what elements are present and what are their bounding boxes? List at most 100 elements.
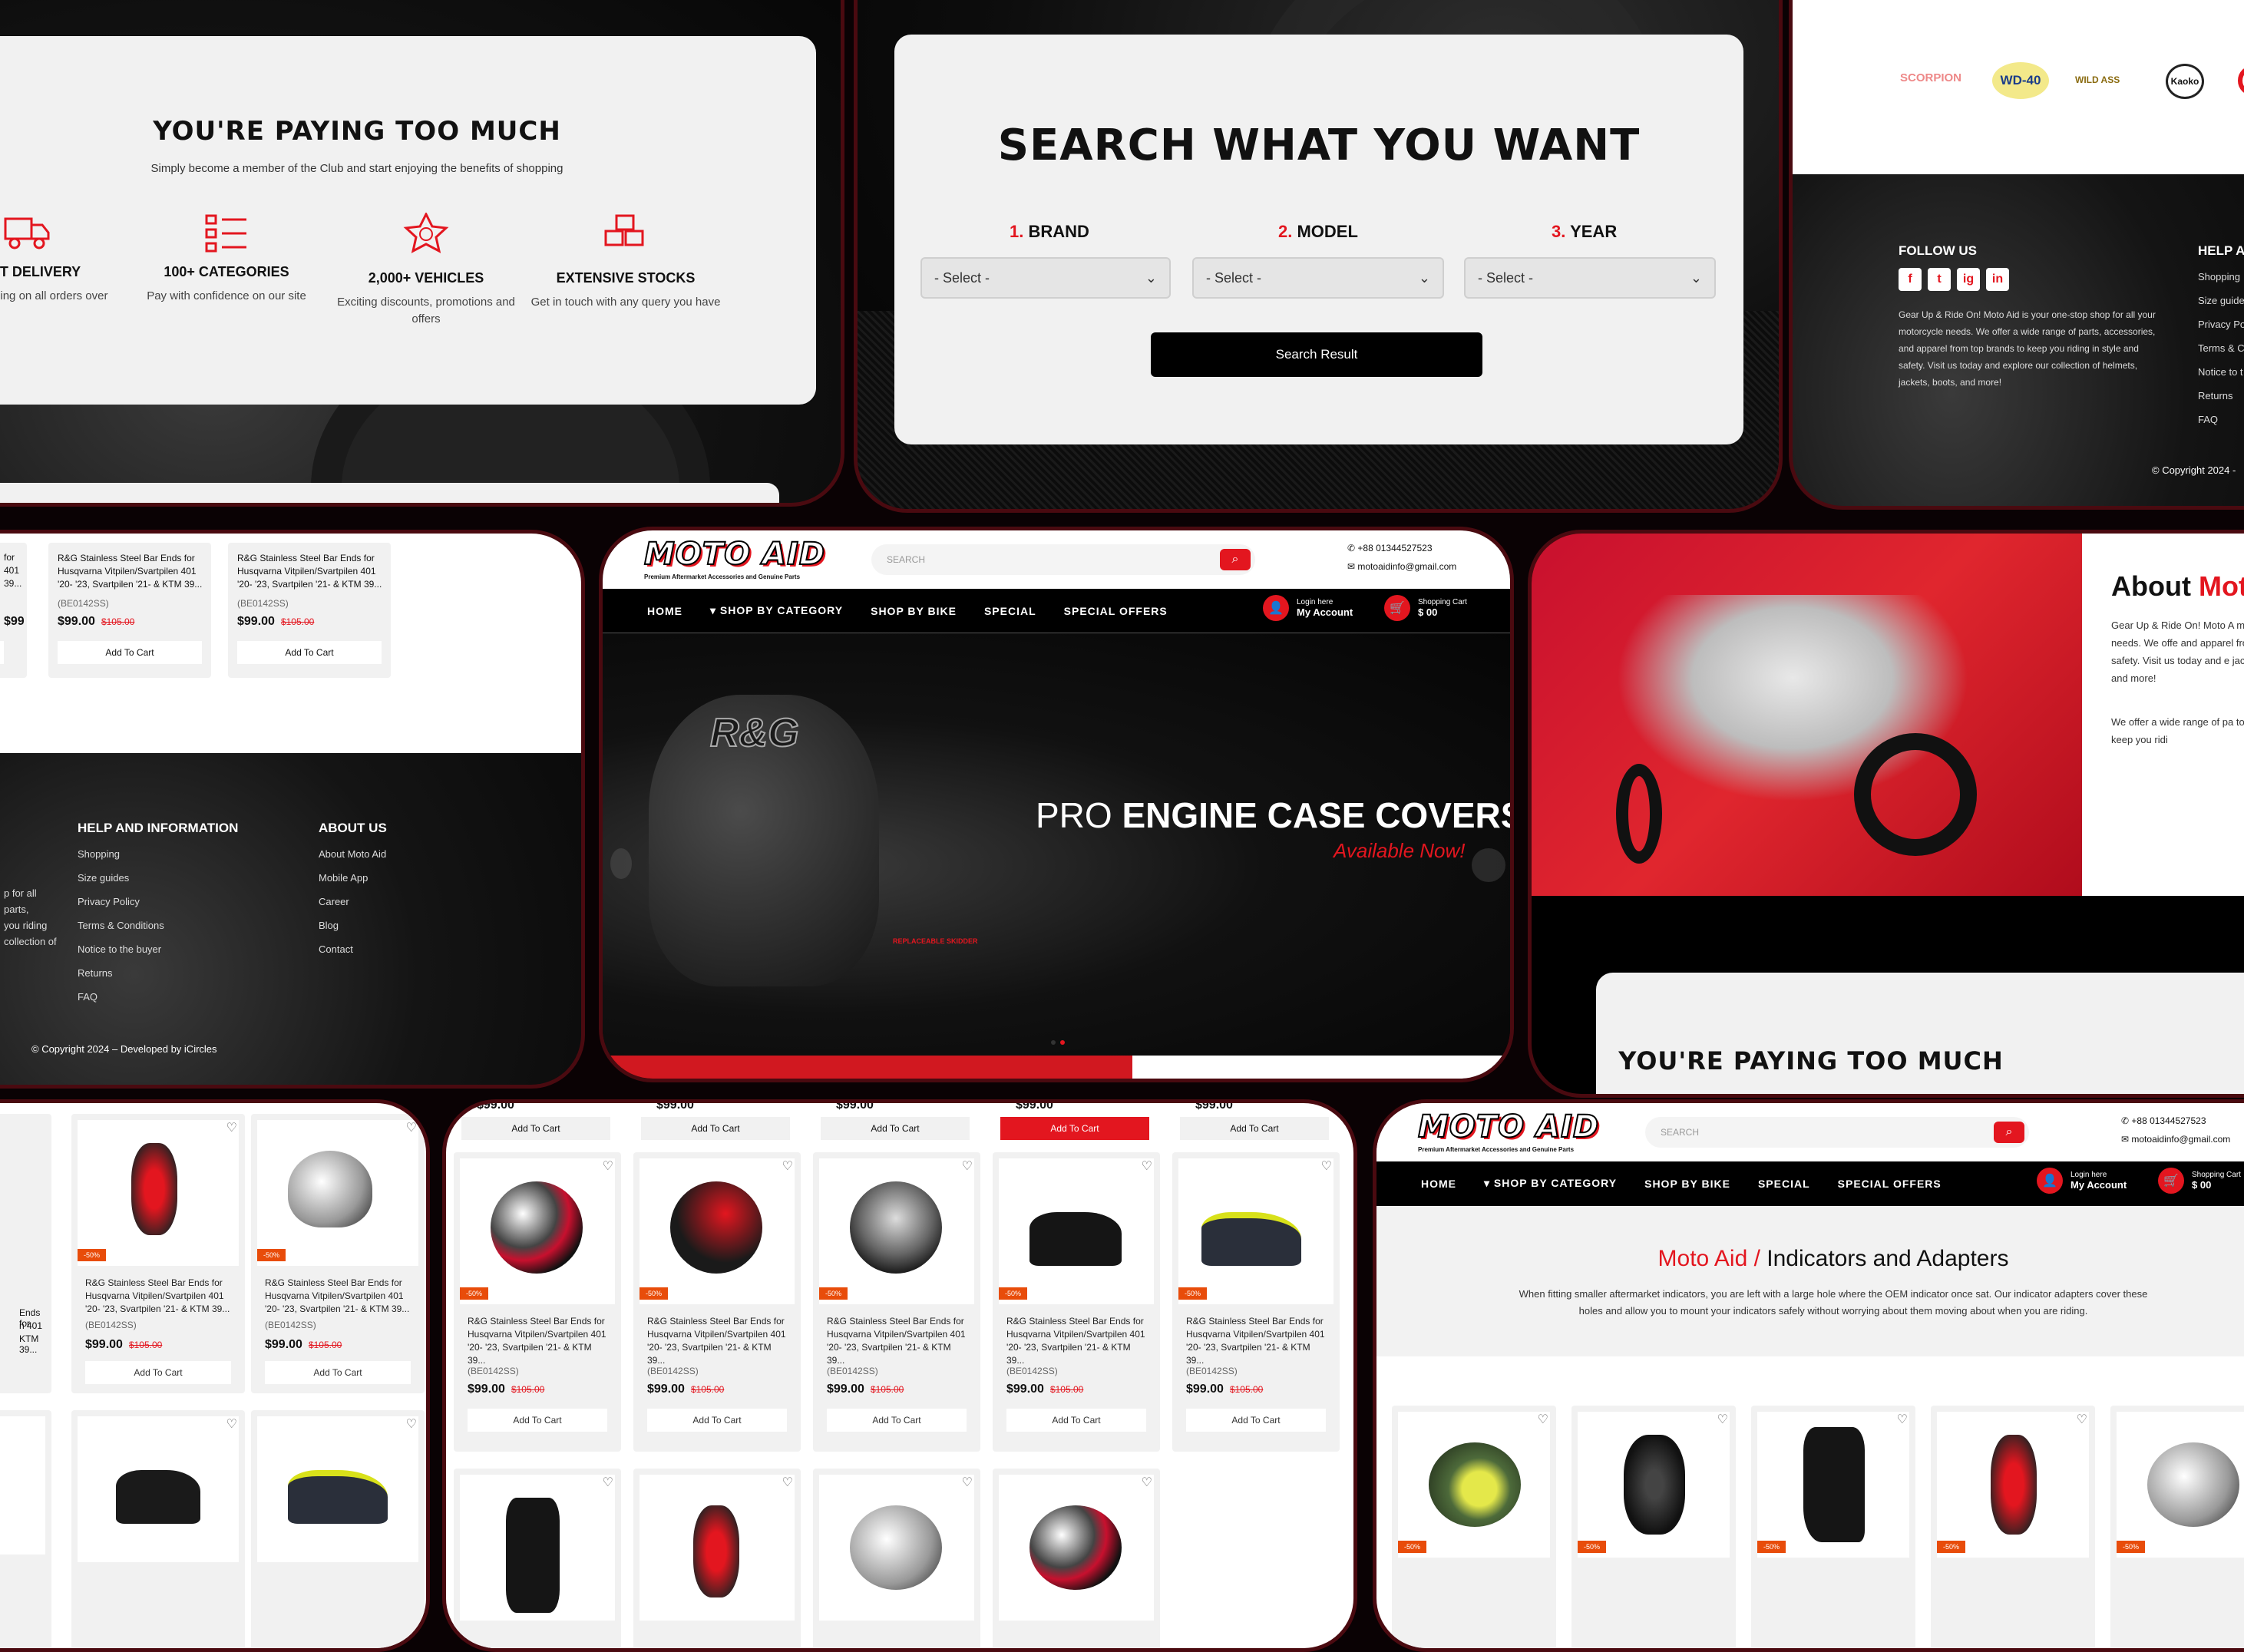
footer-link[interactable]: Mobile App [319, 866, 386, 890]
footer-link[interactable]: Size guide [2198, 289, 2244, 312]
product-card[interactable]: R&G Stainless Steel Bar Ends for Husqvar… [228, 543, 391, 678]
product-card[interactable]: -50% ♡ R&G Stainless Steel Bar Ends for … [993, 1152, 1160, 1452]
heart-icon[interactable]: ♡ [782, 1475, 793, 1490]
search-input[interactable]: SEARCH ⌕ [1645, 1117, 2029, 1148]
heart-icon[interactable]: ♡ [1538, 1412, 1548, 1427]
product-card[interactable]: ♡ [251, 1410, 425, 1648]
search-icon[interactable]: ⌕ [1220, 549, 1251, 570]
site-logo[interactable]: MOTO AID [1417, 1108, 1599, 1145]
product-card[interactable]: ♡ [813, 1469, 980, 1648]
heart-icon[interactable]: ♡ [226, 1120, 237, 1135]
product-card[interactable]: -50%♡ [1751, 1406, 1915, 1648]
heart-icon[interactable]: ♡ [2077, 1412, 2087, 1427]
add-to-cart-button[interactable]: Add To Cart [237, 641, 382, 664]
add-to-cart-button[interactable]: Add To Cart [58, 641, 202, 664]
nav-shop-by-bike[interactable]: SHOP BY BIKE [871, 605, 957, 617]
search-input[interactable]: SEARCH ⌕ [871, 544, 1255, 575]
add-to-cart-button[interactable]: Add To Cart [85, 1361, 231, 1384]
footer-link[interactable]: Returns [2198, 384, 2244, 408]
footer-link[interactable]: Size guides [78, 866, 164, 890]
product-card[interactable]: ♡ [71, 1410, 245, 1648]
heart-icon[interactable]: ♡ [782, 1158, 793, 1174]
footer-link[interactable]: Notice to t [2198, 360, 2244, 384]
heart-icon[interactable]: ♡ [603, 1158, 613, 1174]
linkedin-icon[interactable]: in [1986, 268, 2009, 291]
add-to-cart-button[interactable]: Add To Cart [821, 1117, 970, 1140]
nav-special-offers[interactable]: SPECIAL OFFERS [1838, 1178, 1942, 1190]
footer-link[interactable]: Shopping [2198, 265, 2244, 289]
slider-dots[interactable] [1051, 1040, 1065, 1045]
product-card[interactable]: -50% ♡ R&G Stainless Steel Bar Ends for … [633, 1152, 801, 1452]
slider-next[interactable] [1472, 848, 1505, 882]
heart-icon[interactable]: ♡ [962, 1475, 973, 1490]
product-card[interactable]: -50% ♡ R&G Stainless Steel Bar Ends for … [251, 1114, 425, 1393]
brand-select[interactable]: - Select - ⌄ [920, 257, 1171, 299]
heart-icon[interactable]: ♡ [603, 1475, 613, 1490]
nav-shop-by-category[interactable]: ▾ SHOP BY CATEGORY [710, 604, 843, 617]
add-to-cart-button[interactable] [0, 641, 4, 664]
add-to-cart-button[interactable]: Add To Cart [1180, 1117, 1329, 1140]
footer-link[interactable]: Returns [78, 961, 164, 985]
product-card[interactable]: -50%♡ [1392, 1406, 1556, 1648]
product-card[interactable]: -50% ♡ R&G Stainless Steel Bar Ends for … [71, 1114, 245, 1393]
heart-icon[interactable]: ♡ [1142, 1158, 1152, 1174]
product-card[interactable] [0, 1410, 51, 1648]
footer-link[interactable]: Blog [319, 914, 386, 937]
footer-link[interactable]: Privacy Po [2198, 312, 2244, 336]
footer-link[interactable]: About Moto Aid [319, 842, 386, 866]
product-card[interactable]: for 401 39... $99.00 [0, 543, 27, 678]
product-card[interactable]: -50%♡ [2110, 1406, 2244, 1648]
nav-special-offers[interactable]: SPECIAL OFFERS [1064, 605, 1168, 617]
heart-icon[interactable]: ♡ [1321, 1158, 1332, 1174]
heart-icon[interactable]: ♡ [1897, 1412, 1908, 1427]
add-to-cart-button[interactable]: Add To Cart [647, 1409, 787, 1432]
dot-active[interactable] [1060, 1040, 1065, 1045]
nav-shop-by-bike[interactable]: SHOP BY BIKE [1644, 1178, 1730, 1190]
footer-link[interactable]: Career [319, 890, 386, 914]
product-card[interactable]: -50%♡ [1571, 1406, 1736, 1648]
add-to-cart-button[interactable]: Add To Cart [1186, 1409, 1326, 1432]
cart-link[interactable]: 🛒 Shopping Cart $ 00 [2158, 1168, 2241, 1194]
dot[interactable] [1051, 1040, 1056, 1045]
nav-home[interactable]: HOME [647, 605, 682, 617]
footer-link[interactable]: Shopping [78, 842, 164, 866]
product-card[interactable]: R&G Stainless Steel Bar Ends for Husqvar… [48, 543, 211, 678]
account-link[interactable]: 👤 Login here My Account [2037, 1168, 2127, 1194]
footer-link[interactable]: FAQ [78, 985, 164, 1009]
nav-home[interactable]: HOME [1421, 1178, 1456, 1190]
footer-link[interactable]: Terms & Conditions [78, 914, 164, 937]
product-card[interactable]: ♡ [633, 1469, 801, 1648]
add-to-cart-button[interactable]: Add To Cart [468, 1409, 607, 1432]
add-to-cart-button[interactable]: Add To Cart [461, 1117, 610, 1140]
product-card[interactable]: ♡ [454, 1469, 621, 1648]
heart-icon[interactable]: ♡ [962, 1158, 973, 1174]
heart-icon[interactable]: ♡ [1717, 1412, 1728, 1427]
year-select[interactable]: - Select - ⌄ [1464, 257, 1716, 299]
product-card[interactable]: ♡ [993, 1469, 1160, 1648]
add-to-cart-button[interactable]: Add To Cart [265, 1361, 411, 1384]
instagram-icon[interactable]: ig [1957, 268, 1980, 291]
nav-shop-by-category[interactable]: ▾ SHOP BY CATEGORY [1484, 1177, 1617, 1190]
heart-icon[interactable]: ♡ [406, 1416, 417, 1432]
product-card[interactable]: -50% ♡ R&G Stainless Steel Bar Ends for … [1172, 1152, 1340, 1452]
footer-link[interactable]: FAQ [2198, 408, 2244, 431]
add-to-cart-button[interactable]: Add To Cart [827, 1409, 967, 1432]
footer-link[interactable]: Privacy Policy [78, 890, 164, 914]
heart-icon[interactable]: ♡ [226, 1416, 237, 1432]
slider-prev[interactable] [610, 848, 632, 879]
twitter-icon[interactable]: t [1928, 268, 1951, 291]
footer-link[interactable]: Contact [319, 937, 386, 961]
search-icon[interactable]: ⌕ [1994, 1122, 2024, 1143]
product-card[interactable]: -50% ♡ R&G Stainless Steel Bar Ends for … [813, 1152, 980, 1452]
footer-link[interactable]: Notice to the buyer [78, 937, 164, 961]
product-card[interactable]: Ends for n 401 KTM 39... [0, 1114, 51, 1393]
facebook-icon[interactable]: f [1899, 268, 1922, 291]
model-select[interactable]: - Select - ⌄ [1192, 257, 1444, 299]
cart-link[interactable]: 🛒 Shopping Cart $ 00 [1384, 595, 1467, 621]
add-to-cart-button[interactable]: Add To Cart [1006, 1409, 1146, 1432]
heart-icon[interactable]: ♡ [406, 1120, 417, 1135]
account-link[interactable]: 👤 Login here My Account [1263, 595, 1353, 621]
search-result-button[interactable]: Search Result [1151, 332, 1482, 377]
product-card[interactable]: -50%♡ [1931, 1406, 2095, 1648]
add-to-cart-button[interactable]: Add To Cart [641, 1117, 790, 1140]
